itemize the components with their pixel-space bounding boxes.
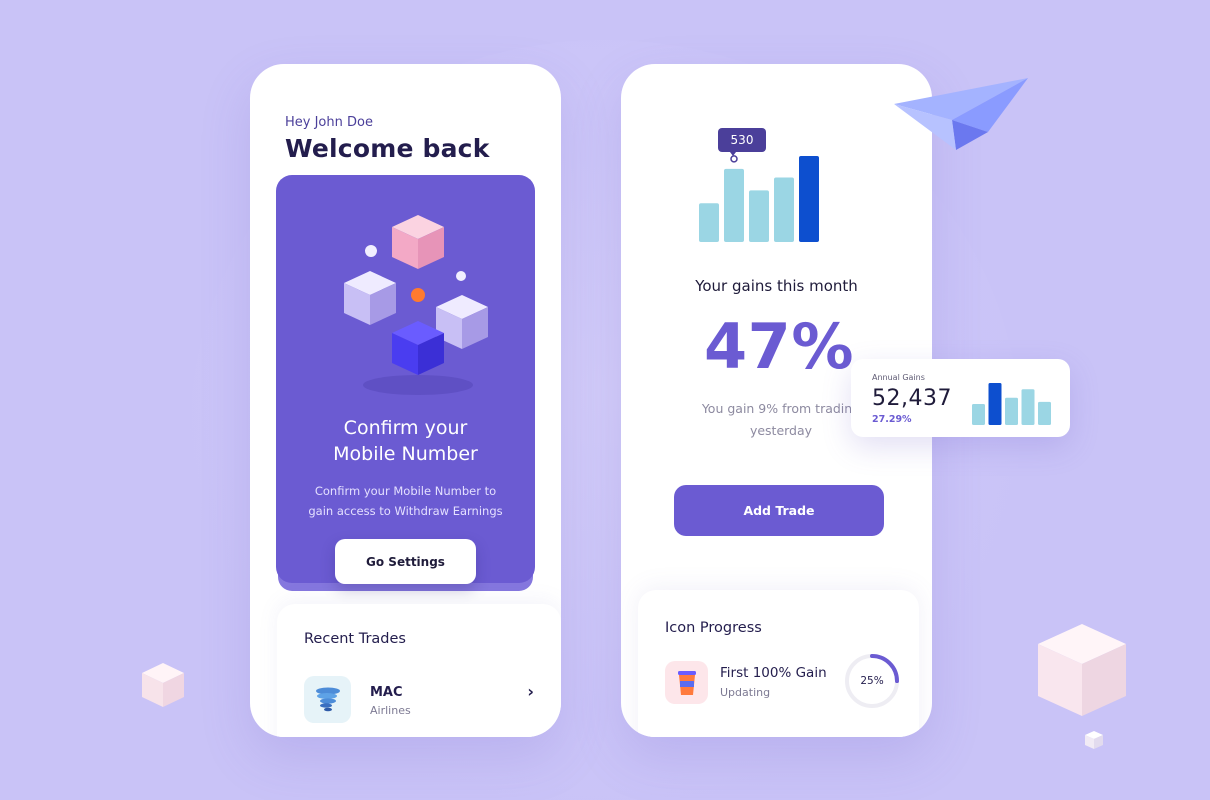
- gains-bar: [774, 177, 794, 242]
- greeting-text: Hey John Doe: [285, 115, 373, 130]
- progress-name: First 100% Gain: [720, 665, 827, 681]
- annual-gains-card: Annual Gains 52,437 27.29%: [851, 359, 1070, 437]
- section-title: Icon Progress: [665, 620, 762, 636]
- add-trade-button[interactable]: Add Trade: [674, 485, 884, 536]
- annual-bar: [1038, 401, 1051, 425]
- gains-bar: [699, 203, 719, 242]
- annual-gains-value: 52,437: [872, 386, 952, 411]
- annual-gains-label: Annual Gains: [872, 373, 925, 382]
- section-title: Recent Trades: [304, 631, 406, 647]
- cubes-illustration: [344, 215, 488, 395]
- gains-bar: [799, 156, 819, 242]
- cup-icon: [665, 661, 708, 704]
- annual-bar: [972, 404, 985, 425]
- gains-bar: [749, 190, 769, 242]
- tooltip-marker: [730, 155, 738, 163]
- list-item[interactable]: MAC Airlines ›: [304, 676, 534, 724]
- cube-decoration-left: [142, 663, 184, 707]
- go-settings-button[interactable]: Go Settings: [335, 539, 476, 584]
- progress-status: Updating: [720, 686, 771, 699]
- annual-bar-chart: [972, 383, 1051, 425]
- list-item[interactable]: First 100% Gain Updating 25%: [665, 654, 905, 718]
- banner-title: Confirm your Mobile Number: [333, 417, 478, 465]
- gains-bar: [724, 168, 744, 242]
- gains-title: Your gains this month: [695, 277, 858, 295]
- progress-percent-label: 25%: [860, 675, 884, 687]
- trade-subtitle: Airlines: [370, 704, 411, 717]
- banner-description: Confirm your Mobile Number to gain acces…: [308, 484, 503, 518]
- annual-bar: [1005, 397, 1018, 425]
- gains-bar-chart: 530: [699, 128, 819, 242]
- icon-progress-section: Icon Progress First 100% Gain Updating 2…: [638, 590, 919, 737]
- paper-plane-icon: [894, 78, 1028, 150]
- trade-name: MAC: [370, 685, 403, 700]
- confirm-mobile-banner: Confirm your Mobile Number Confirm your …: [276, 175, 535, 584]
- tooltip-value: 530: [731, 133, 754, 147]
- annual-bar: [1021, 389, 1035, 425]
- cube-decoration-small: [1085, 731, 1103, 749]
- tornado-icon: [304, 676, 351, 723]
- annual-bar: [988, 383, 1002, 425]
- cube-decoration-right: [1038, 624, 1126, 716]
- annual-gains-percent: 27.29%: [872, 414, 912, 425]
- recent-trades-section: Recent Trades MAC Airlines ›: [277, 604, 561, 737]
- page-title: Welcome back: [285, 134, 490, 163]
- chevron-right-icon[interactable]: ›: [527, 682, 534, 701]
- home-screen-card: Hey John Doe Welcome back Confirm your M…: [250, 64, 561, 737]
